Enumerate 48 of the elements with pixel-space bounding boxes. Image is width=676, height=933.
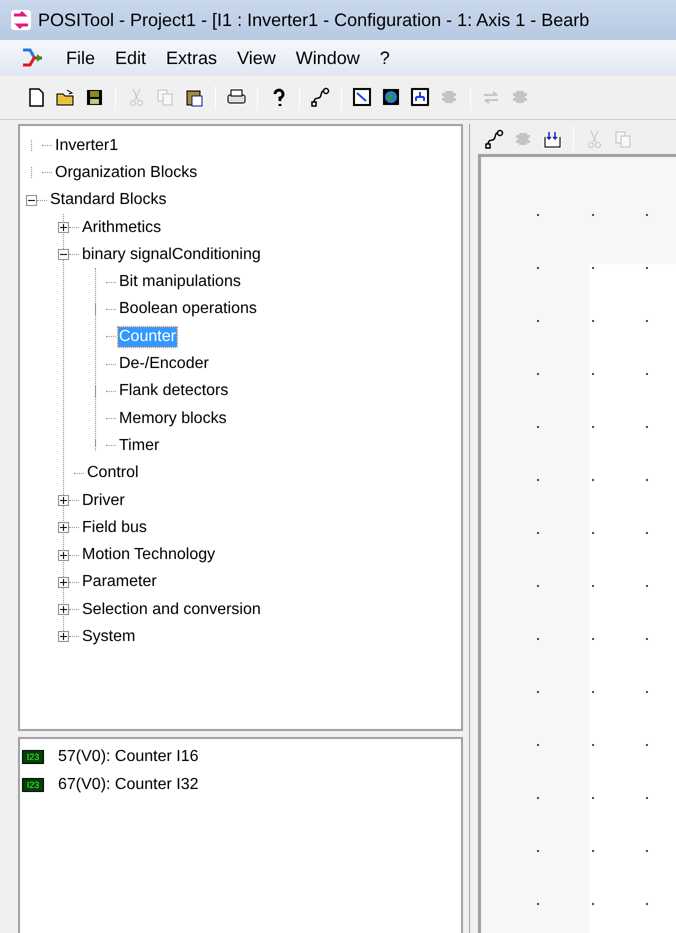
plug-icon[interactable]: [484, 128, 505, 150]
list-item[interactable]: I23 67(V0): Counter I32: [20, 771, 461, 799]
tree-item[interactable]: Inverter1: [54, 136, 120, 156]
tree-item[interactable]: binary signalConditioning: [81, 244, 262, 265]
tree-item[interactable]: Standard Blocks: [49, 190, 168, 210]
tree-item[interactable]: System: [81, 626, 136, 647]
diagram-icon[interactable]: [352, 87, 373, 108]
menu-item[interactable]: Extras: [166, 44, 218, 72]
globe-icon[interactable]: [381, 87, 402, 108]
collapse-toggle[interactable]: [58, 249, 69, 260]
expand-toggle[interactable]: [58, 604, 69, 616]
menu-item[interactable]: File: [66, 44, 96, 72]
tree-item[interactable]: Timer: [118, 436, 160, 456]
tree-item[interactable]: Memory blocks: [118, 408, 228, 429]
folder-icon[interactable]: [55, 87, 76, 108]
block-label: 67(V0): Counter I32: [58, 775, 199, 795]
tree-item[interactable]: Arithmetics: [81, 218, 162, 238]
tree-item[interactable]: Organization Blocks: [54, 162, 198, 183]
expand-toggle[interactable]: [58, 522, 69, 534]
expand-toggle[interactable]: [58, 550, 69, 561]
counter-badge: I23: [22, 750, 44, 764]
tree-item[interactable]: Selection and conversion: [81, 600, 262, 620]
expand-toggle[interactable]: [58, 576, 69, 588]
plug-icon[interactable]: [310, 87, 331, 108]
expand-toggle[interactable]: [58, 495, 69, 506]
collapse-toggle[interactable]: [26, 194, 37, 206]
counter-badge: I23: [22, 778, 44, 792]
menu-item[interactable]: Edit: [115, 44, 146, 72]
menu-item[interactable]: View: [237, 44, 276, 72]
tree-item[interactable]: Motion Technology: [81, 545, 216, 566]
save-icon[interactable]: [84, 87, 105, 108]
tree-item[interactable]: Parameter: [81, 572, 158, 592]
app-logo-icon: [10, 9, 32, 31]
tree-item[interactable]: Field bus: [81, 518, 148, 538]
expand-toggle[interactable]: [58, 222, 69, 234]
tree-item[interactable]: Flank detectors: [118, 381, 230, 402]
menu-item[interactable]: Window: [296, 44, 360, 72]
tree-item[interactable]: Bit manipulations: [118, 272, 242, 292]
tree-item[interactable]: De-/Encoder: [118, 354, 210, 374]
list-item[interactable]: I23 57(V0): Counter I16: [20, 743, 461, 771]
block-label: 57(V0): Counter I16: [58, 747, 199, 767]
tree-item[interactable]: Control: [86, 463, 140, 484]
menu-item[interactable]: ?: [380, 44, 390, 72]
network-icon[interactable]: [410, 87, 431, 108]
tree-item[interactable]: Driver: [81, 490, 126, 510]
tree-item[interactable]: Boolean operations: [118, 299, 258, 320]
window-title: POSITool - Project1 - [I1 : Inverter1 - Configuration - 1: Axis 1 - Bearb: [38, 8, 590, 32]
expand-toggle[interactable]: [58, 631, 69, 642]
